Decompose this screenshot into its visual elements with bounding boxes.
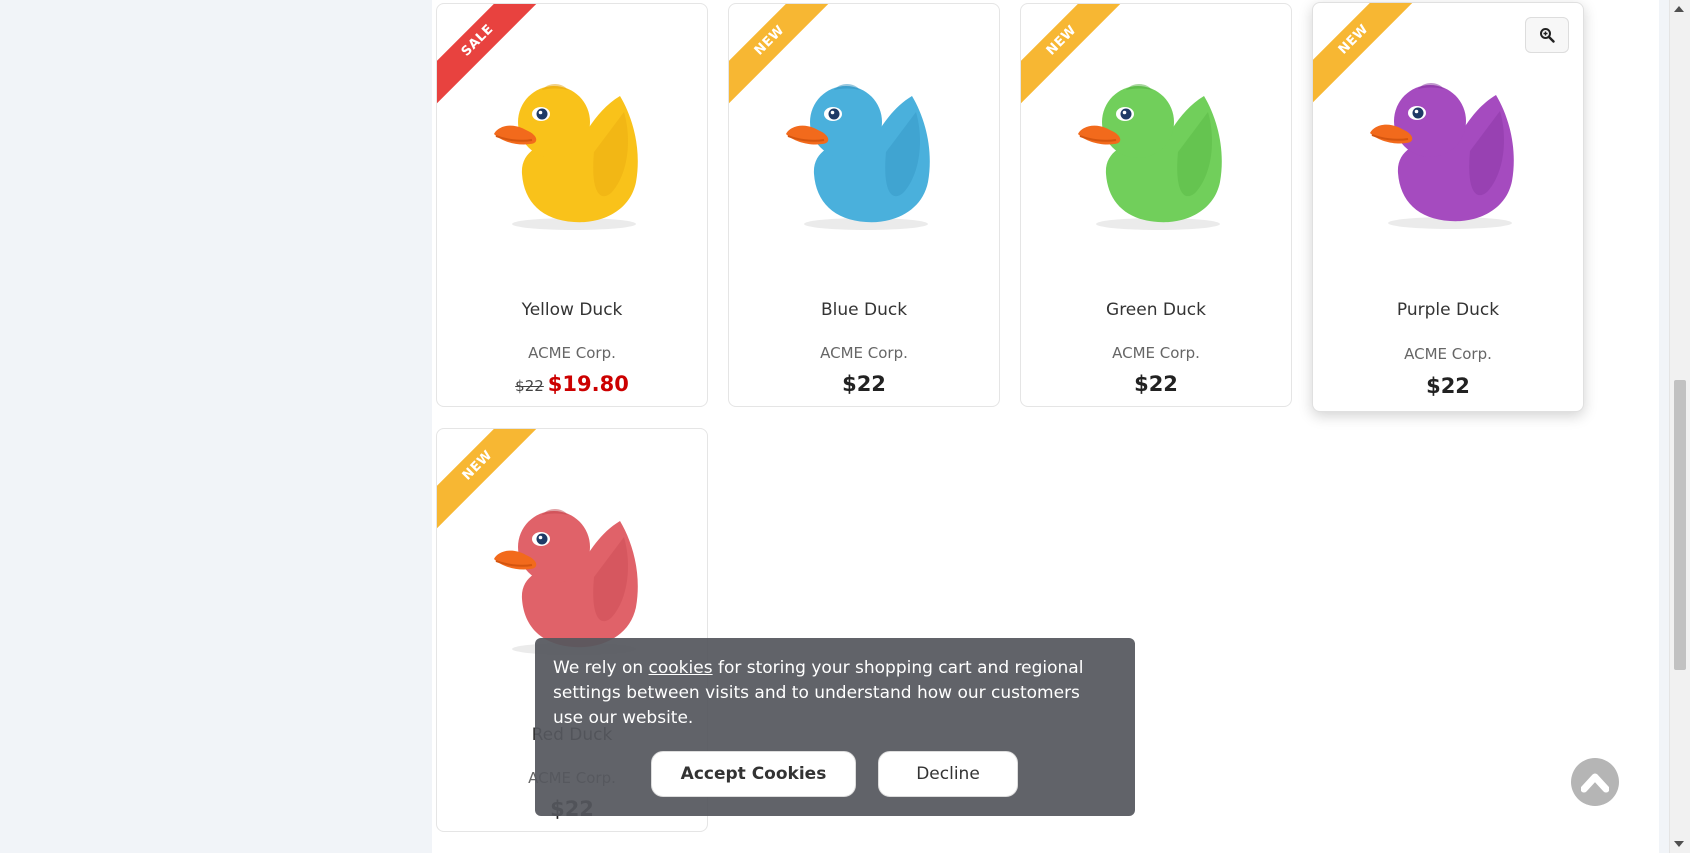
product-price: $22 xyxy=(1134,372,1178,396)
product-image[interactable] xyxy=(1066,56,1246,236)
product-name[interactable]: Yellow Duck xyxy=(437,300,707,320)
campaign-price: $19.80 xyxy=(547,372,629,396)
product-card-purple-duck[interactable]: NEW Purple Duck ACME Corp. $22 xyxy=(1312,2,1584,412)
product-manufacturer: ACME Corp. xyxy=(528,344,616,362)
product-name[interactable]: Green Duck xyxy=(1021,300,1291,320)
decline-cookies-button[interactable]: Decline xyxy=(878,751,1018,797)
product-price: $22 $19.80 xyxy=(437,372,707,396)
product-name[interactable]: Blue Duck xyxy=(729,300,999,320)
scroll-up-arrow[interactable] xyxy=(1674,6,1684,12)
product-manufacturer: ACME Corp. xyxy=(1404,345,1492,363)
cookie-text-before: We rely on xyxy=(553,658,649,678)
product-manufacturer: ACME Corp. xyxy=(1112,344,1200,362)
product-price: $22 xyxy=(1426,374,1470,398)
product-price: $22 xyxy=(842,372,886,396)
cookies-link[interactable]: cookies xyxy=(649,658,713,678)
product-image[interactable] xyxy=(774,56,954,236)
product-card-yellow-duck[interactable]: SALE Yellow Duck ACME Corp. $22 $19.80 xyxy=(436,3,708,407)
scroll-to-top-button[interactable] xyxy=(1571,758,1619,806)
zoom-button[interactable] xyxy=(1525,17,1569,53)
product-image[interactable] xyxy=(1358,55,1538,235)
cookie-notice-text: We rely on cookies for storing your shop… xyxy=(553,656,1098,731)
product-card-blue-duck[interactable]: NEW Blue Duck ACME Corp. $22 xyxy=(728,3,1000,407)
cookie-consent-banner: We rely on cookies for storing your shop… xyxy=(535,638,1135,816)
regular-price: $22 xyxy=(515,377,544,395)
scroll-down-arrow[interactable] xyxy=(1674,841,1684,847)
product-card-green-duck[interactable]: NEW Green Duck ACME Corp. $22 xyxy=(1020,3,1292,407)
chevron-up-icon xyxy=(1581,773,1609,793)
scrollbar-thumb[interactable] xyxy=(1674,380,1686,670)
magnifier-icon xyxy=(1540,28,1555,43)
accept-cookies-button[interactable]: Accept Cookies xyxy=(651,751,856,797)
page-scrollbar[interactable] xyxy=(1669,0,1690,853)
product-manufacturer: ACME Corp. xyxy=(820,344,908,362)
product-image[interactable] xyxy=(482,56,662,236)
product-image[interactable] xyxy=(482,481,662,661)
product-name[interactable]: Purple Duck xyxy=(1313,300,1583,320)
